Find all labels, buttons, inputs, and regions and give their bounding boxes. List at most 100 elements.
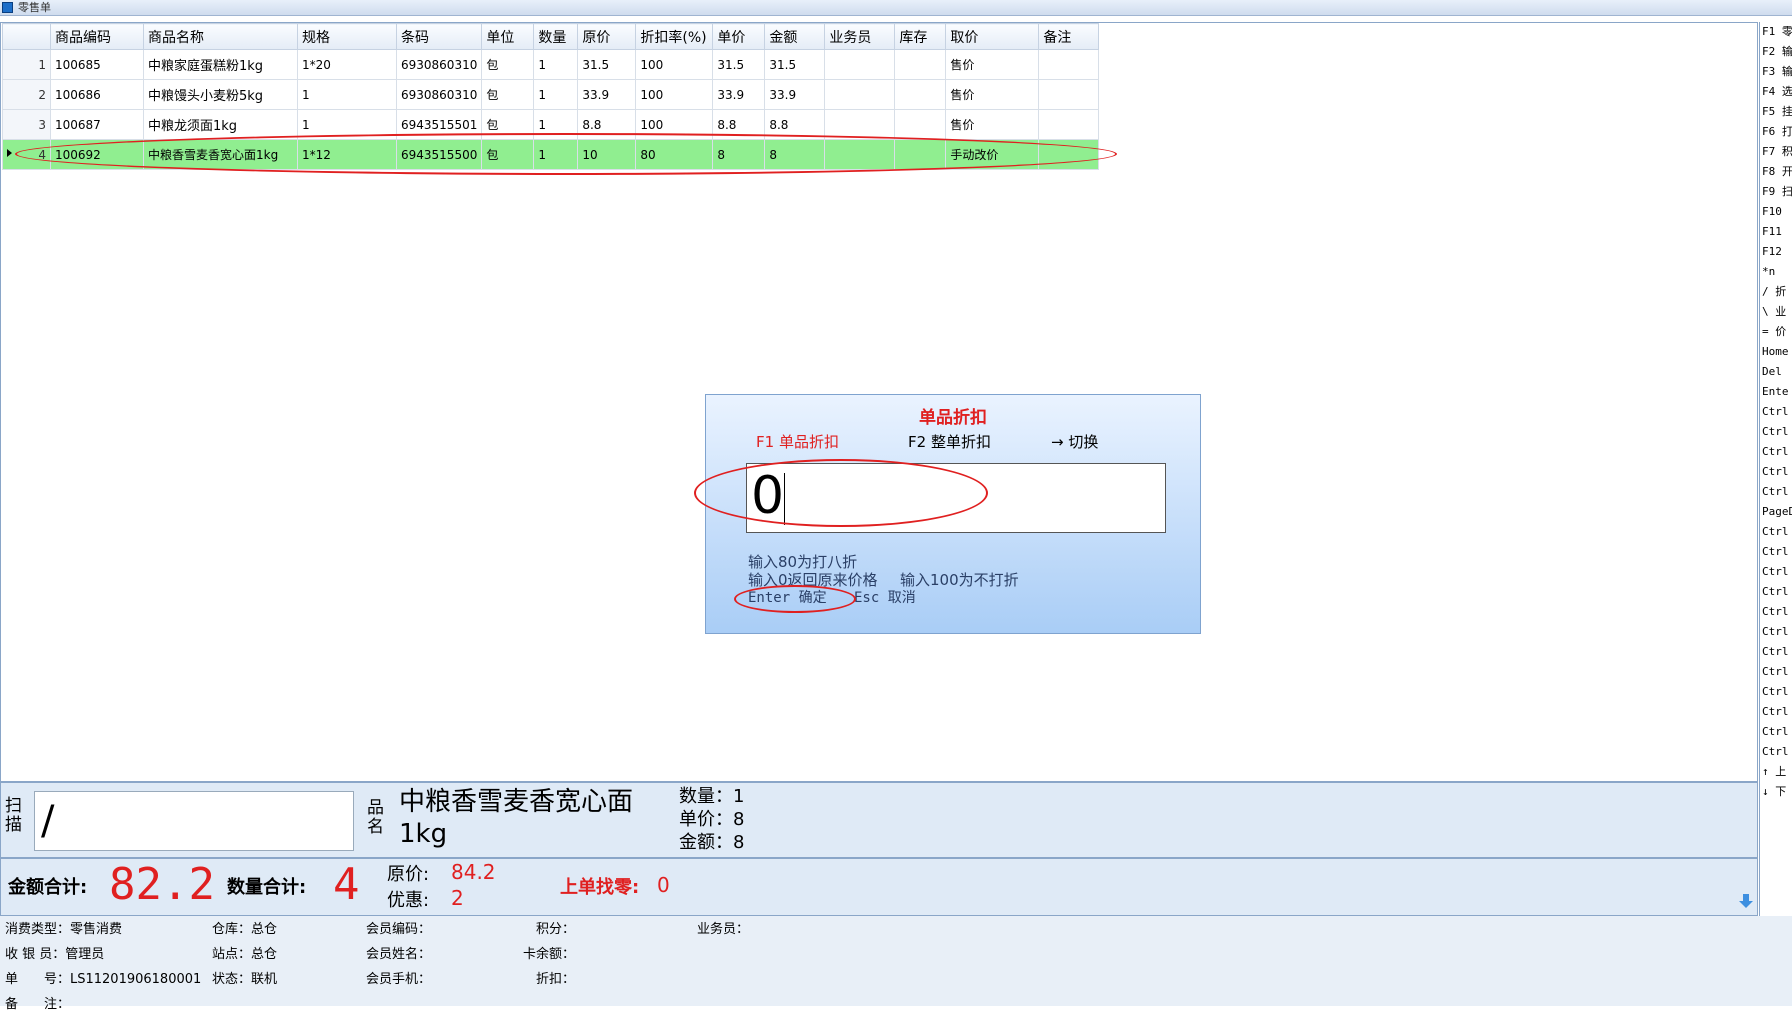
cell-rate[interactable]: 100: [635, 49, 714, 80]
shortcut-item: PageD: [1762, 505, 1792, 518]
cell-amount[interactable]: 8.8: [764, 109, 826, 140]
cell-amount[interactable]: 33.9: [764, 79, 826, 110]
cell-note[interactable]: [1038, 139, 1100, 170]
cell-name[interactable]: 中粮龙须面1kg: [143, 109, 298, 140]
cell-price[interactable]: 31.5: [712, 49, 766, 80]
scan-input[interactable]: /: [34, 791, 354, 851]
cell-orig[interactable]: 10: [577, 139, 637, 170]
cell-code[interactable]: 100685: [50, 49, 144, 80]
cell-pricing[interactable]: 售价: [945, 49, 1040, 80]
cell-unit[interactable]: 包: [481, 79, 535, 110]
col-header[interactable]: 业务员: [824, 23, 896, 50]
cell-stock[interactable]: [894, 139, 947, 170]
col-header[interactable]: 规格: [297, 23, 397, 50]
cell-spec[interactable]: 1*20: [297, 49, 397, 80]
cell-name[interactable]: 中粮家庭蛋糕粉1kg: [143, 49, 298, 80]
row-index[interactable]: 4: [2, 139, 51, 170]
col-header[interactable]: 折扣率(%): [635, 23, 714, 50]
dialog-title: 单品折扣: [919, 408, 987, 428]
discount-input[interactable]: 0: [746, 463, 1166, 533]
row-index[interactable]: 1: [2, 49, 51, 80]
cell-code[interactable]: 100687: [50, 109, 144, 140]
cell-sales[interactable]: [824, 109, 896, 140]
cell-qty[interactable]: 1: [533, 139, 579, 170]
cell-stock[interactable]: [894, 49, 947, 80]
cell-orig[interactable]: 8.8: [577, 109, 637, 140]
table-row[interactable]: 2 100686 中粮馒头小麦粉5kg 1 6930860310 包 1 33.9 100 33.…: [2, 79, 1100, 110]
cell-amount[interactable]: 31.5: [764, 49, 826, 80]
cell-orig[interactable]: 31.5: [577, 49, 637, 80]
cell-qty[interactable]: 1: [533, 109, 579, 140]
orig-price-value: 84.2: [451, 860, 496, 884]
cell-note[interactable]: [1038, 49, 1100, 80]
col-header[interactable]: 单价: [712, 23, 766, 50]
cell-unit[interactable]: 包: [481, 139, 535, 170]
shortcut-item: F3 输: [1762, 65, 1792, 78]
col-header[interactable]: 商品名称: [143, 23, 298, 50]
row-index[interactable]: 2: [2, 79, 51, 110]
cell-orig[interactable]: 33.9: [577, 79, 637, 110]
shortcut-item: Ctrl: [1762, 465, 1789, 478]
cell-sales[interactable]: [824, 79, 896, 110]
row-index[interactable]: 3: [2, 109, 51, 140]
table-row[interactable]: 4 100692 中粮香雪麦香宽心面1kg 1*12 6943515500 包 1 10 80 8…: [2, 139, 1100, 170]
cell-pricing[interactable]: 手动改价: [945, 139, 1040, 170]
cell-pricing[interactable]: 售价: [945, 79, 1040, 110]
cell-qty[interactable]: 1: [533, 49, 579, 80]
order-table: 商品编码 商品名称 规格 条码 单位 数量 原价 折扣率(%) 单价 金额 业务…: [2, 23, 1100, 170]
cell-unit[interactable]: 包: [481, 109, 535, 140]
cell-code[interactable]: 100692: [50, 139, 144, 170]
col-header[interactable]: 库存: [894, 23, 947, 50]
cell-rate[interactable]: 100: [635, 109, 714, 140]
cell-barcode[interactable]: 6930860310: [395, 49, 483, 80]
cell-note[interactable]: [1038, 109, 1100, 140]
cell-stock[interactable]: [894, 79, 947, 110]
arrow-down-icon[interactable]: [1738, 893, 1754, 909]
total-amount-label: 金额合计:: [8, 877, 88, 898]
cell-qty[interactable]: 1: [533, 79, 579, 110]
info-status: 状态：联机: [212, 972, 278, 987]
info-site: 站点：总仓: [212, 947, 278, 962]
cell-pricing[interactable]: 售价: [945, 109, 1040, 140]
cell-sales[interactable]: [824, 49, 896, 80]
shortcut-item: Ctrl: [1762, 685, 1789, 698]
col-header[interactable]: 取价: [945, 23, 1040, 50]
col-header[interactable]: 商品编码: [50, 23, 144, 50]
cell-rate[interactable]: 100: [635, 79, 714, 110]
cell-note[interactable]: [1038, 79, 1100, 110]
enter-confirm[interactable]: Enter 确定: [748, 587, 827, 607]
col-header[interactable]: 条码: [395, 23, 483, 50]
cell-code[interactable]: 100686: [50, 79, 144, 110]
col-header[interactable]: 金额: [764, 23, 826, 50]
shortcut-item: ↓ 下: [1762, 785, 1787, 798]
table-row[interactable]: 1 100685 中粮家庭蛋糕粉1kg 1*20 6930860310 包 1 31.5 100…: [2, 49, 1100, 80]
cell-price[interactable]: 33.9: [712, 79, 766, 110]
col-header[interactable]: 备注: [1038, 23, 1100, 50]
tab-item-discount[interactable]: F1 单品折扣: [756, 431, 839, 452]
cell-price[interactable]: 8.8: [712, 109, 766, 140]
cell-name[interactable]: 中粮馒头小麦粉5kg: [143, 79, 298, 110]
shortcut-item: Ente: [1762, 385, 1789, 398]
cell-stock[interactable]: [894, 109, 947, 140]
cell-price[interactable]: 8: [712, 139, 766, 170]
cell-spec[interactable]: 1: [297, 109, 397, 140]
esc-cancel[interactable]: Esc 取消: [854, 587, 916, 607]
shortcut-item: = 价: [1762, 325, 1787, 338]
col-header-index[interactable]: [2, 23, 51, 50]
cell-barcode[interactable]: 6943515500: [395, 139, 483, 170]
col-header[interactable]: 原价: [577, 23, 637, 50]
cell-sales[interactable]: [824, 139, 896, 170]
tab-order-discount[interactable]: F2 整单折扣: [908, 431, 991, 452]
cell-rate[interactable]: 80: [635, 139, 714, 170]
cell-spec[interactable]: 1*12: [297, 139, 397, 170]
cell-barcode[interactable]: 6943515501: [395, 109, 483, 140]
cell-unit[interactable]: 包: [481, 49, 535, 80]
cell-spec[interactable]: 1: [297, 79, 397, 110]
col-header[interactable]: 单位: [481, 23, 535, 50]
col-header[interactable]: 数量: [533, 23, 579, 50]
cell-name[interactable]: 中粮香雪麦香宽心面1kg: [143, 139, 298, 170]
table-row[interactable]: 3 100687 中粮龙须面1kg 1 6943515501 包 1 8.8 100 8.8 8.8…: [2, 109, 1100, 140]
shortcut-item: F12: [1762, 245, 1782, 258]
cell-barcode[interactable]: 6930860310: [395, 79, 483, 110]
cell-amount[interactable]: 8: [764, 139, 826, 170]
